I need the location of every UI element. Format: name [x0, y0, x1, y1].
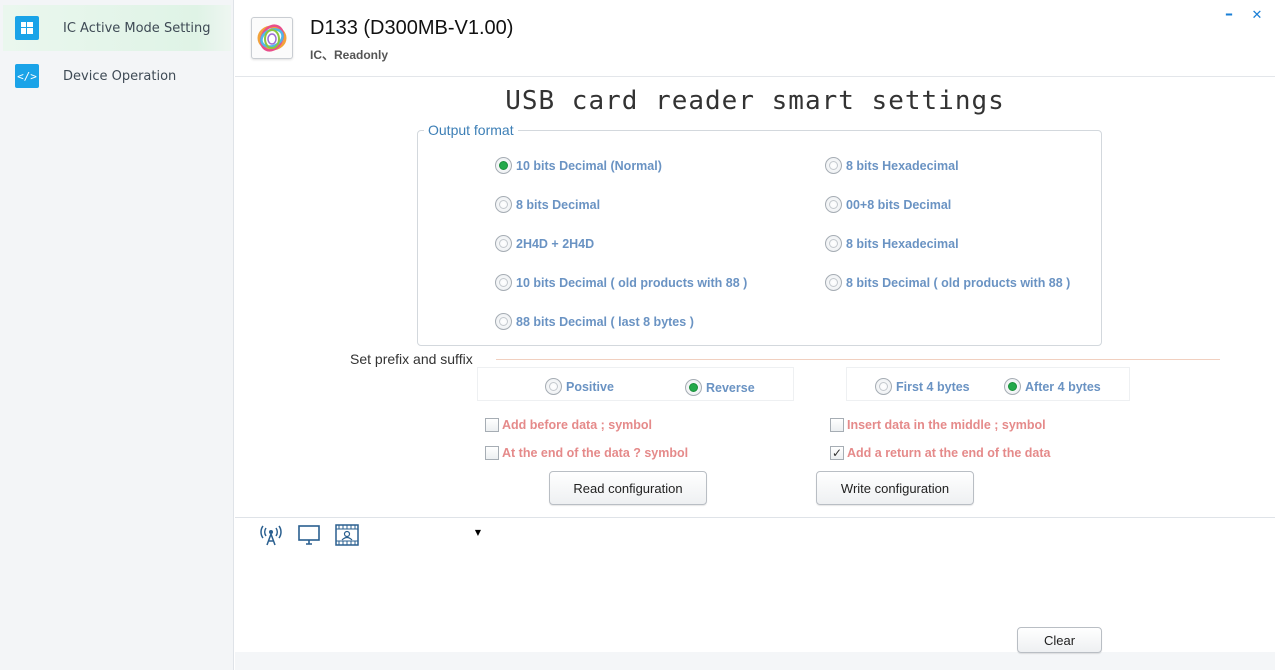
- device-subtitle: IC、Readonly: [310, 48, 389, 62]
- radio-label: 10 bits Decimal ( old products with 88 ): [516, 275, 748, 290]
- prefix-suffix-label: Set prefix and suffix: [350, 351, 473, 367]
- radio-label: First 4 bytes: [896, 379, 970, 394]
- close-button[interactable]: ✕: [1248, 8, 1266, 26]
- app-logo: [251, 17, 293, 59]
- radio-8-bits-hexadecimal[interactable]: 8 bits Hexadecimal: [825, 157, 959, 174]
- minimize-button[interactable]: –: [1220, 4, 1238, 23]
- radio-button-icon: [825, 157, 842, 174]
- radio-button-icon: [545, 378, 562, 395]
- sidebar-item-label: IC Active Mode Setting: [63, 20, 211, 36]
- radio-button-icon: [825, 274, 842, 291]
- code-icon: </>: [15, 64, 39, 88]
- radio-label: 8 bits Hexadecimal: [846, 236, 959, 251]
- radio-button-icon: [1004, 378, 1021, 395]
- status-strip: [235, 652, 1275, 670]
- radio-10-bits-decimal-normal[interactable]: 10 bits Decimal (Normal): [495, 157, 662, 174]
- radio-positive[interactable]: Positive: [545, 378, 614, 395]
- radio-8-bits-decimal[interactable]: 8 bits Decimal: [495, 196, 600, 213]
- radio-label: 88 bits Decimal ( last 8 bytes ): [516, 314, 694, 329]
- radio-2h4d-2h4d[interactable]: 2H4D + 2H4D: [495, 235, 594, 252]
- radio-first-4-bytes[interactable]: First 4 bytes: [875, 378, 970, 395]
- checkbox-icon: [485, 418, 499, 432]
- checkbox-label: Add a return at the end of the data: [847, 446, 1051, 460]
- monitor-icon[interactable]: [296, 523, 322, 547]
- radio-88-bits-decimal[interactable]: 88 bits Decimal ( last 8 bytes ): [495, 313, 694, 330]
- radio-reverse[interactable]: Reverse: [685, 379, 755, 396]
- film-icon[interactable]: [334, 523, 360, 547]
- radio-8-bits-decimal-old[interactable]: 8 bits Decimal ( old products with 88 ): [825, 274, 1070, 291]
- page-title: USB card reader smart settings: [505, 86, 1005, 116]
- checkbox-checked-icon: ✓: [830, 446, 844, 460]
- write-configuration-button[interactable]: Write configuration: [816, 471, 974, 505]
- radio-label: Reverse: [706, 380, 755, 395]
- checkbox-insert-middle[interactable]: Insert data in the middle ; symbol: [830, 418, 1046, 432]
- clear-button[interactable]: Clear: [1017, 627, 1102, 653]
- radio-button-icon: [685, 379, 702, 396]
- header: D133 (D300MB-V1.00) IC、Readonly – ✕: [235, 0, 1275, 77]
- checkbox-at-end-of-data[interactable]: At the end of the data ? symbol: [485, 446, 688, 460]
- device-title: D133 (D300MB-V1.00): [310, 17, 514, 39]
- radio-button-icon: [825, 235, 842, 252]
- checkbox-label: At the end of the data ? symbol: [502, 446, 689, 460]
- radio-label: 2H4D + 2H4D: [516, 236, 595, 251]
- checkbox-icon: [830, 418, 844, 432]
- radio-button-icon: [495, 196, 512, 213]
- radio-button-icon: [495, 274, 512, 291]
- checkbox-add-before-data[interactable]: Add before data ; symbol: [485, 418, 652, 432]
- radio-button-icon: [495, 235, 512, 252]
- checkbox-label: Add before data ; symbol: [502, 418, 653, 432]
- read-configuration-button[interactable]: Read configuration: [549, 471, 707, 505]
- radio-button-icon: [495, 157, 512, 174]
- antenna-icon[interactable]: [258, 523, 284, 547]
- sidebar-item-ic-active-mode[interactable]: IC Active Mode Setting: [3, 5, 231, 51]
- radio-label: 8 bits Decimal ( old products with 88 ): [846, 275, 1071, 290]
- radio-label: After 4 bytes: [1025, 379, 1101, 394]
- radio-label: Positive: [566, 379, 614, 394]
- checkbox-add-return[interactable]: ✓ Add a return at the end of the data: [830, 446, 1051, 460]
- checkbox-icon: [485, 446, 499, 460]
- dropdown-arrow-icon: ▼: [474, 528, 481, 537]
- radio-8-bits-hexadecimal-2[interactable]: 8 bits Hexadecimal: [825, 235, 959, 252]
- radio-button-icon: [495, 313, 512, 330]
- divider: [496, 359, 1220, 360]
- radio-label: 00+8 bits Decimal: [846, 197, 952, 212]
- sidebar-item-label: Device Operation: [63, 68, 177, 84]
- device-select[interactable]: ▼: [364, 524, 484, 548]
- radio-00-8-bits-decimal[interactable]: 00+8 bits Decimal: [825, 196, 951, 213]
- radio-label: 8 bits Decimal: [516, 197, 601, 212]
- sidebar: IC Active Mode Setting </> Device Operat…: [0, 0, 234, 670]
- radio-10-bits-decimal-old[interactable]: 10 bits Decimal ( old products with 88 ): [495, 274, 747, 291]
- windows-icon: [15, 16, 39, 40]
- radio-label: 8 bits Hexadecimal: [846, 158, 959, 173]
- radio-button-icon: [875, 378, 892, 395]
- sidebar-item-device-operation[interactable]: </> Device Operation: [3, 53, 231, 99]
- radio-after-4-bytes[interactable]: After 4 bytes: [1004, 378, 1101, 395]
- app-window: IC Active Mode Setting </> Device Operat…: [0, 0, 1275, 670]
- checkbox-label: Insert data in the middle ; symbol: [847, 418, 1046, 432]
- output-format-legend: Output format: [424, 122, 518, 138]
- radio-label: 10 bits Decimal (Normal): [516, 158, 662, 173]
- radio-button-icon: [825, 196, 842, 213]
